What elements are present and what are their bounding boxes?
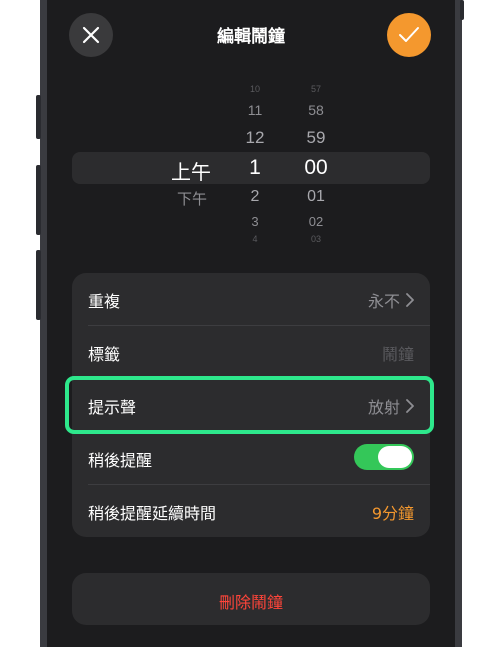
snooze-toggle[interactable]	[354, 444, 414, 470]
picker-hour-option[interactable]: 2	[239, 188, 271, 206]
picker-minute-option[interactable]: 02	[299, 214, 333, 229]
snooze-duration-label: 稍後提醒延續時間	[88, 504, 217, 523]
time-picker[interactable]: 上午 下午 10 11 12 1 2 3 4 57 58 59 00 01 02…	[47, 78, 455, 258]
picker-period-option[interactable]: 下午	[175, 188, 209, 209]
picker-hour-option[interactable]: 10	[243, 84, 267, 94]
picker-minute-option[interactable]: 58	[299, 102, 333, 118]
toggle-knob	[378, 446, 412, 468]
snooze-duration-row[interactable]: 稍後提醒延續時間 9分鐘	[72, 485, 430, 537]
screen: 編輯鬧鐘 上午 下午 10 11 12 1 2 3 4 57 58 59 00 …	[47, 0, 455, 647]
highlight-box	[65, 376, 434, 434]
delete-alarm-button[interactable]: 刪除鬧鐘	[72, 573, 430, 625]
repeat-label: 重複	[88, 292, 121, 311]
repeat-value: 永不	[367, 292, 400, 311]
picker-hour-option[interactable]: 11	[241, 102, 269, 118]
picker-minute-option[interactable]: 57	[301, 84, 331, 94]
picker-hour-option[interactable]: 3	[241, 214, 269, 229]
label-label: 標籤	[88, 345, 121, 364]
picker-period-selected[interactable]: 上午	[171, 156, 211, 185]
phone-button	[36, 95, 41, 139]
picker-hour-option[interactable]: 12	[239, 128, 271, 148]
chevron-right-icon	[406, 293, 414, 307]
picker-hour-selected[interactable]: 1	[237, 156, 273, 180]
label-value[interactable]: 鬧鐘	[382, 341, 414, 365]
save-button[interactable]	[387, 13, 431, 57]
picker-minute-option[interactable]: 03	[301, 234, 331, 244]
snooze-duration-value: 9分鐘	[371, 504, 414, 523]
delete-alarm-label: 刪除鬧鐘	[218, 593, 283, 612]
picker-minute-option[interactable]: 01	[297, 188, 335, 206]
repeat-row[interactable]: 重複 永不	[72, 273, 430, 325]
picker-minute-selected[interactable]: 00	[295, 156, 337, 180]
picker-hour-option[interactable]: 4	[243, 234, 267, 244]
snooze-label: 稍後提醒	[88, 451, 153, 470]
label-row[interactable]: 標籤 鬧鐘	[72, 326, 430, 378]
phone-button	[460, 0, 464, 20]
snooze-row: 稍後提醒	[72, 432, 430, 484]
phone-button	[36, 250, 41, 320]
navigation-bar: 編輯鬧鐘	[47, 0, 455, 70]
phone-button	[36, 165, 41, 235]
picker-minute-option[interactable]: 59	[297, 128, 335, 148]
checkmark-icon	[399, 27, 419, 42]
